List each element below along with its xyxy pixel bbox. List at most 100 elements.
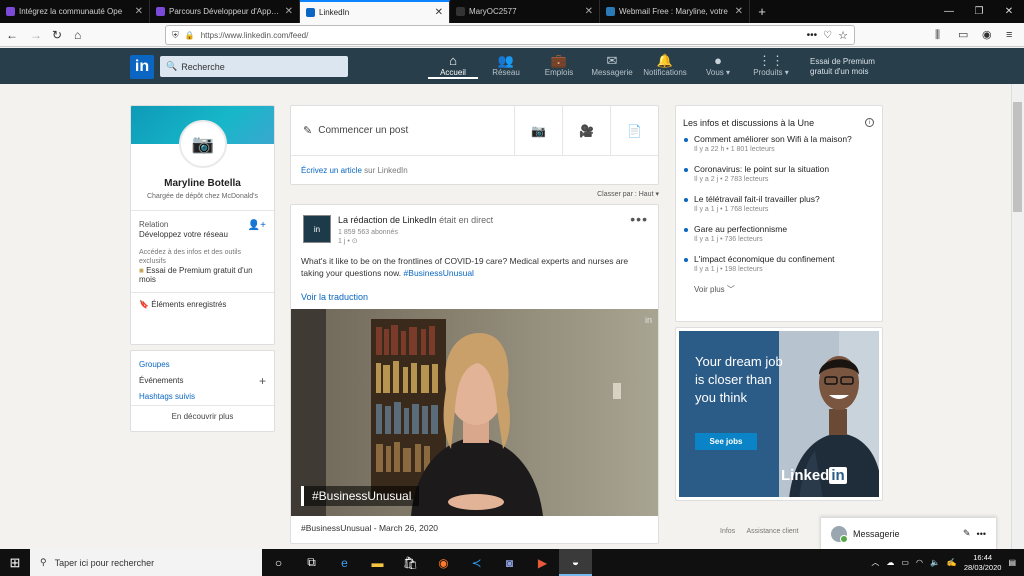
news-item-title[interactable]: L'impact économique du confinement <box>694 254 878 265</box>
new-tab-icon[interactable]: + <box>750 0 774 23</box>
footer-assist-link[interactable]: Assistance client <box>746 528 798 535</box>
browser-tab[interactable]: Webmail Free : Maryline, votre ✕ <box>600 0 750 23</box>
tab-close-icon[interactable]: ✕ <box>435 7 443 18</box>
news-item-title[interactable]: Coronavirus: le point sur la situation <box>694 164 878 175</box>
saved-items-link[interactable]: 🔖 Éléments enregistrés <box>131 293 274 316</box>
menu-icon[interactable]: ≡ <box>1006 27 1012 43</box>
notifications-center-icon[interactable]: ▤ <box>1008 558 1016 567</box>
news-item[interactable]: Gare au perfectionnisme Il y a 1 j • 736 … <box>676 224 882 245</box>
pocket-icon[interactable]: ♡ <box>823 30 832 41</box>
ad-card[interactable]: Your dream job is closer than you think … <box>675 327 883 501</box>
nav-item[interactable]: ⌂ Accueil <box>428 53 478 79</box>
nav-item[interactable]: ✉ Messagerie <box>587 53 637 77</box>
onedrive-icon[interactable]: ☁ <box>886 558 894 567</box>
add-event-icon[interactable]: + <box>259 373 266 389</box>
language-icon[interactable]: ✍ <box>947 558 957 567</box>
discover-more-link[interactable]: En découvrir plus <box>131 406 274 421</box>
profile-name[interactable]: Maryline Botella <box>131 178 274 189</box>
cortana-icon[interactable]: ○ <box>262 549 295 576</box>
home-browser-icon[interactable]: ⌂ <box>74 27 81 43</box>
account-icon[interactable]: ◉ <box>982 27 992 43</box>
tab-close-icon[interactable]: ✕ <box>585 6 593 17</box>
start-post-button[interactable]: ✎ Commencer un post <box>291 124 514 137</box>
messaging-bar[interactable]: Messagerie ✎ ••• <box>820 517 997 549</box>
windows-start-icon[interactable]: ⊞ <box>0 555 30 571</box>
post-author[interactable]: La rédaction de LinkedIn <box>338 215 437 225</box>
tab-close-icon[interactable]: ✕ <box>735 6 743 17</box>
search-input[interactable]: 🔍 Recherche <box>160 56 348 77</box>
see-jobs-button[interactable]: See jobs <box>695 433 757 450</box>
discord-icon[interactable]: ◙ <box>493 549 526 576</box>
nav-item[interactable]: 💼 Emplois <box>534 53 584 77</box>
messaging-more-icon[interactable]: ••• <box>977 529 986 539</box>
ad-banner[interactable]: Your dream job is closer than you think … <box>679 331 879 497</box>
page-actions-icon[interactable]: ••• <box>807 30 818 41</box>
author-logo[interactable]: in <box>303 215 331 243</box>
news-item[interactable]: Comment améliorer son Wifi à la maison? I… <box>676 134 882 155</box>
nav-item[interactable]: ● Vous ▾ <box>693 53 743 77</box>
nav-item[interactable]: 🔔 Notifications <box>640 53 690 77</box>
task-view-icon[interactable]: ⧉ <box>295 549 328 576</box>
groups-link[interactable]: Groupes <box>131 357 274 373</box>
hashtags-link[interactable]: Hashtags suivis <box>131 389 274 405</box>
file-explorer-icon[interactable]: ▬ <box>361 549 394 576</box>
minimize-icon[interactable]: — <box>934 0 964 23</box>
premium-link[interactable]: Essai de Premium gratuit d'un mois <box>810 57 880 77</box>
browser-tab[interactable]: Parcours Développeur d'Applicatio ✕ <box>150 0 300 23</box>
browser-tab[interactable]: MaryOC2577 ✕ <box>450 0 600 23</box>
relation-section[interactable]: Relation Développez votre réseau 👤+ <box>131 211 274 240</box>
volume-icon[interactable]: 🔈 <box>930 558 940 567</box>
footer-info-link[interactable]: Infos <box>720 528 735 535</box>
events-row[interactable]: Événements + <box>131 373 274 389</box>
nav-item[interactable]: ⋮⋮ Produits ▾ <box>746 53 796 77</box>
back-icon[interactable]: ← <box>6 27 18 43</box>
bookmark-star-icon[interactable]: ☆ <box>838 29 848 42</box>
news-item[interactable]: Coronavirus: le point sur la situation Il… <box>676 164 882 185</box>
see-more-button[interactable]: Voir plus ﹀ <box>676 284 882 295</box>
news-item-title[interactable]: Le télétravail fait-il travailler plus? <box>694 194 878 205</box>
premium-section[interactable]: Accédez à des infos et des outils exclus… <box>131 240 274 284</box>
premium-trial-link[interactable]: Essai de Premium gratuit d'un mois <box>139 266 253 284</box>
add-photo-icon[interactable]: 📷 <box>179 120 227 168</box>
tab-close-icon[interactable]: ✕ <box>135 6 143 17</box>
events-link[interactable]: Événements <box>139 376 183 385</box>
post-hashtag[interactable]: #BusinessUnusual <box>404 268 474 278</box>
url-text[interactable]: https://www.linkedin.com/feed/ <box>201 31 801 40</box>
document-icon[interactable]: 📄 <box>610 105 658 156</box>
firefox-icon[interactable]: ◉ <box>427 549 460 576</box>
active-app-icon[interactable]: ◒ <box>559 549 592 576</box>
url-bar[interactable]: ⛨ 🔒 https://www.linkedin.com/feed/ ••• ♡… <box>165 25 855 45</box>
tray-arrow-icon[interactable]: ︿ <box>871 557 879 568</box>
news-item[interactable]: Le télétravail fait-il travailler plus? I… <box>676 194 882 215</box>
clock[interactable]: 16:44 28/03/2020 <box>964 553 1002 573</box>
write-article-link[interactable]: Écrivez un article <box>301 166 362 175</box>
linkedin-logo[interactable]: in <box>130 55 154 79</box>
compose-icon[interactable]: ✎ <box>963 528 971 539</box>
news-item[interactable]: L'impact économique du confinement Il y a… <box>676 254 882 275</box>
vscode-icon[interactable]: ≺ <box>460 549 493 576</box>
nav-item[interactable]: 👥 Réseau <box>481 53 531 77</box>
translate-link[interactable]: Voir la traduction <box>301 292 368 302</box>
tab-close-icon[interactable]: ✕ <box>285 6 293 17</box>
browser-tab[interactable]: Intégrez la communauté Ope ✕ <box>0 0 150 23</box>
battery-icon[interactable]: ▭ <box>901 558 909 567</box>
info-icon[interactable]: i <box>865 118 874 127</box>
add-connection-icon[interactable]: 👤+ <box>248 221 266 231</box>
scrollbar-thumb[interactable] <box>1013 102 1022 212</box>
photo-icon[interactable]: 📷 <box>514 105 562 156</box>
post-video[interactable]: #BusinessUnusual in <box>291 309 658 516</box>
sidebar-icon[interactable]: ▭ <box>958 27 968 43</box>
store-icon[interactable]: 🛍 <box>394 549 427 576</box>
reload-icon[interactable]: ↻ <box>52 27 62 43</box>
media-player-icon[interactable]: ▶ <box>526 549 559 576</box>
maximize-icon[interactable]: ❐ <box>964 0 994 23</box>
taskbar-search[interactable]: ⚲ Taper ici pour rechercher <box>30 549 262 576</box>
news-item-title[interactable]: Gare au perfectionnisme <box>694 224 878 235</box>
video-icon[interactable]: 🎥 <box>562 105 610 156</box>
edge-icon[interactable]: e <box>328 549 361 576</box>
news-item-title[interactable]: Comment améliorer son Wifi à la maison? <box>694 134 878 145</box>
browser-tab[interactable]: LinkedIn ✕ <box>300 0 450 23</box>
wifi-icon[interactable]: ◠ <box>916 558 923 567</box>
forward-icon[interactable]: → <box>30 27 42 43</box>
post-more-icon[interactable]: ••• <box>630 211 648 227</box>
